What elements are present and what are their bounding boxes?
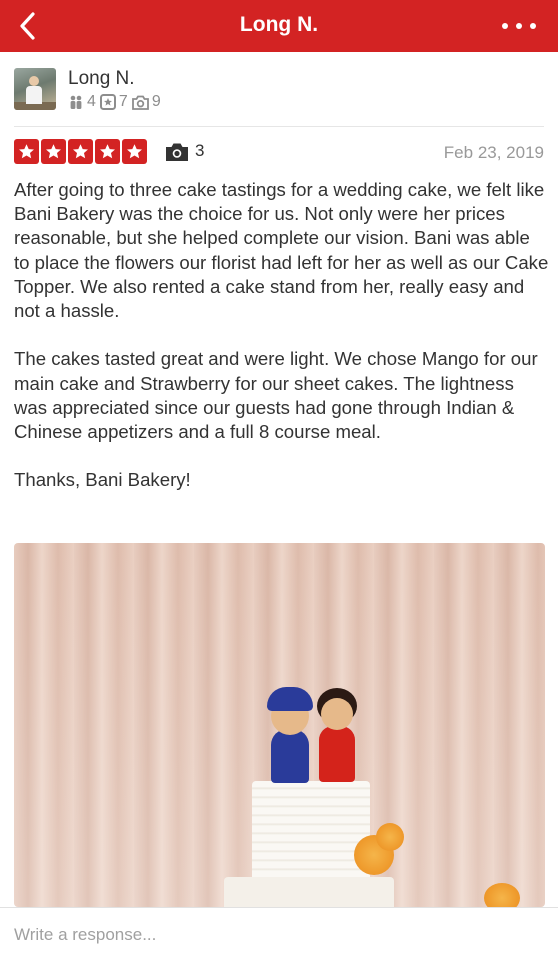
star-icon (95, 139, 120, 164)
reviewer-stats: 4 7 9 (68, 93, 165, 111)
review-date: Feb 23, 2019 (443, 143, 544, 162)
star-icon (122, 139, 147, 164)
reviewer-header[interactable]: Long N. 4 7 9 (14, 68, 544, 112)
friends-icon (70, 95, 82, 109)
review-photo-count: 3 (195, 141, 205, 160)
star-icon (68, 139, 93, 164)
more-options-button[interactable] (502, 18, 536, 34)
camera-icon (166, 143, 188, 161)
star-icon (41, 139, 66, 164)
review-photo[interactable] (14, 543, 545, 907)
top-nav-bar: Long N. (0, 0, 558, 52)
camera-icon (131, 95, 149, 110)
photos-count: 9 (151, 93, 161, 110)
divider (14, 126, 544, 127)
review-photos-link[interactable]: 3 (166, 141, 204, 161)
response-bar (0, 907, 558, 960)
cake-topper-groom (267, 683, 313, 783)
avatar[interactable] (14, 68, 56, 110)
more-horizontal-icon (502, 23, 508, 29)
review-text: After going to three cake tastings for a… (14, 179, 549, 491)
star-icon (14, 139, 39, 164)
cake-topper-bride (317, 688, 357, 784)
star-rating (14, 139, 149, 164)
reviewer-name[interactable]: Long N. (68, 68, 135, 90)
page-title: Long N. (239, 13, 319, 36)
friends-count: 4 (87, 93, 96, 110)
response-input[interactable] (14, 922, 534, 948)
reviews-count: 7 (118, 93, 128, 110)
review-star-icon (99, 94, 116, 110)
